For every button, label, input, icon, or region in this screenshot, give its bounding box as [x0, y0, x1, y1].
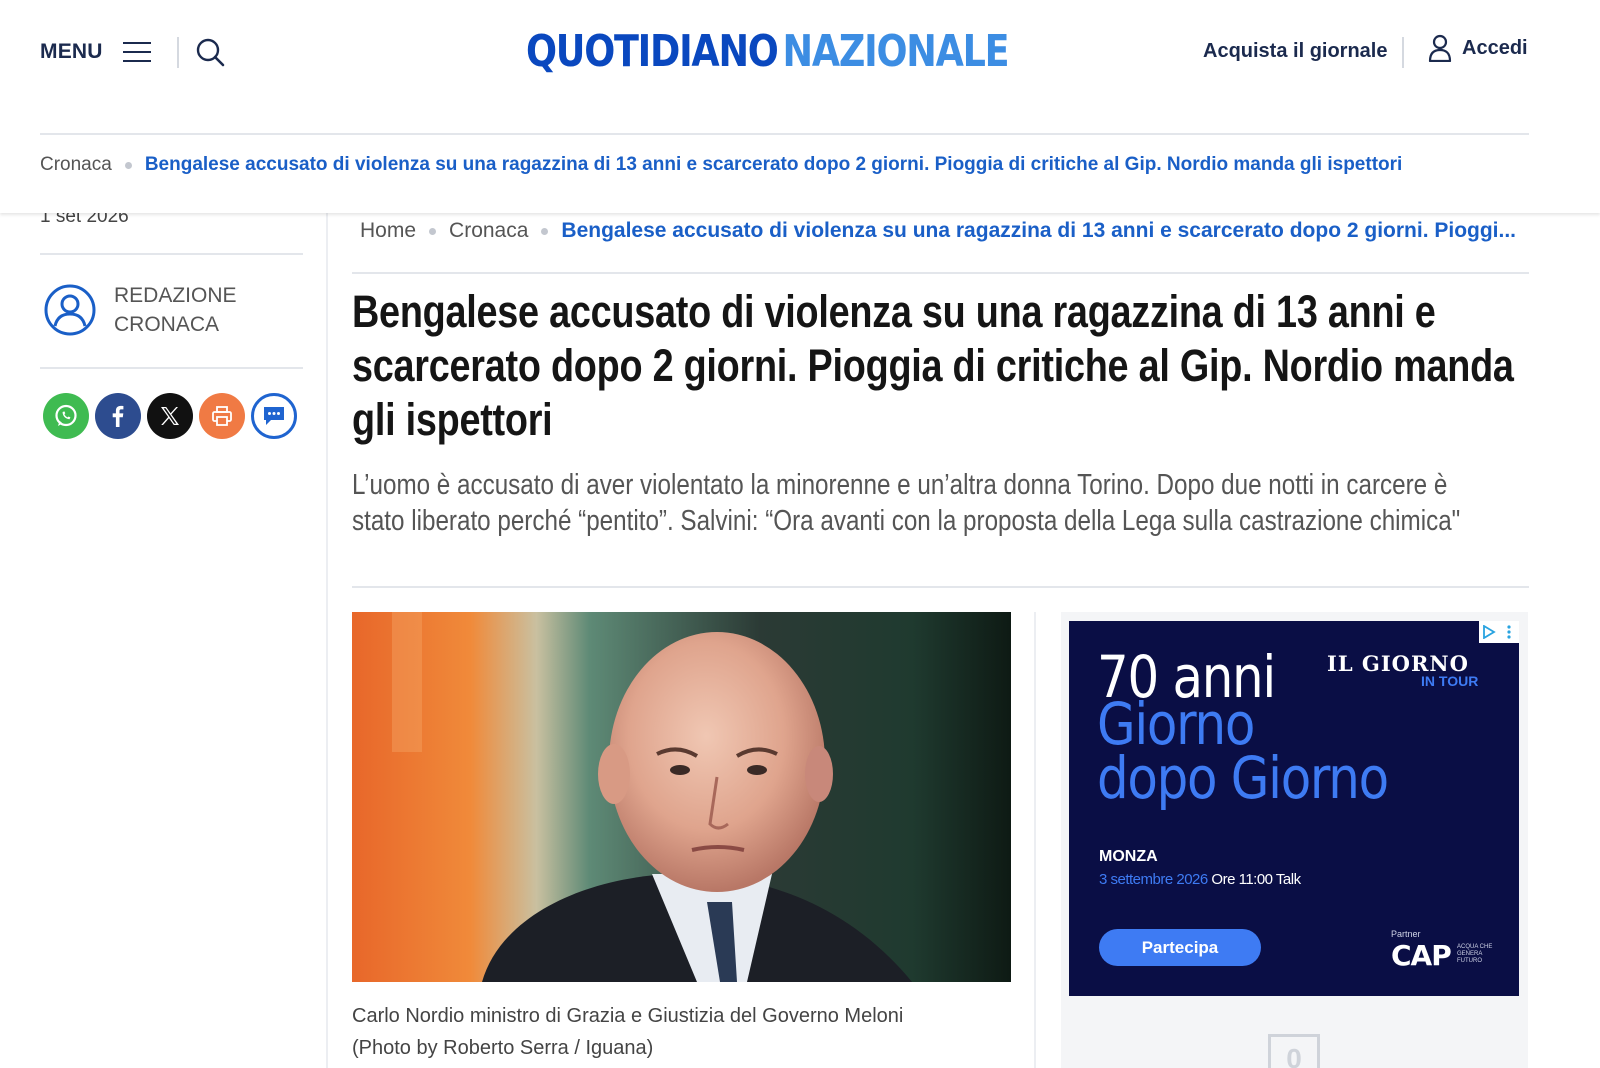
- breadcrumb-section[interactable]: Cronaca: [449, 219, 528, 243]
- advertisement-banner[interactable]: 70 anni Giorno dopo Giorno IL GIORNO IN …: [1069, 621, 1519, 996]
- header-divider: [177, 37, 179, 68]
- share-whatsapp-button[interactable]: [43, 393, 89, 439]
- more-options-icon: [1499, 621, 1519, 643]
- comment-icon: [264, 407, 284, 425]
- photo-caption: Carlo Nordio ministro di Grazia e Giusti…: [352, 1000, 1011, 1064]
- ad-date-day: 3 settembre 2026: [1099, 871, 1208, 888]
- login-button[interactable]: Accedi: [1428, 34, 1528, 62]
- breadcrumb-separator: [429, 227, 437, 235]
- sticky-breadcrumb-section[interactable]: Cronaca: [40, 154, 112, 176]
- sidebar-rule: [40, 253, 303, 255]
- menu-label: MENU: [40, 40, 103, 63]
- content-divider: [1034, 612, 1036, 1068]
- author-block[interactable]: REDAZIONE CRONACA: [44, 281, 264, 339]
- logo-part-1: QUOTIDIANO: [526, 26, 779, 77]
- header-divider-right: [1402, 37, 1404, 68]
- ad-partner-logo: CAP: [1391, 939, 1452, 972]
- sticky-breadcrumb-title[interactable]: Bengalese accusato di violenza su una ra…: [145, 154, 1402, 176]
- breadcrumb-current[interactable]: Bengalese accusato di violenza su una ra…: [561, 219, 1516, 243]
- ad-tour-label: IN TOUR: [1421, 673, 1479, 689]
- ad-partner-label: Partner: [1391, 929, 1421, 939]
- menu-button[interactable]: MENU: [40, 36, 151, 68]
- facebook-icon: [112, 405, 124, 427]
- portrait-illustration: [352, 612, 1011, 982]
- share-bar: [43, 393, 297, 439]
- breadcrumb-home[interactable]: Home: [360, 219, 416, 243]
- hamburger-icon: [122, 42, 151, 62]
- share-facebook-button[interactable]: [95, 393, 141, 439]
- article-subtitle: L’uomo è accusato di aver violentato la …: [352, 469, 1461, 537]
- ad-choices-icon: [1479, 621, 1499, 643]
- ad-headline-2b: dopo Giorno: [1097, 744, 1389, 812]
- share-x-button[interactable]: [147, 393, 193, 439]
- sidebar-rule: [40, 367, 303, 369]
- article-rule: [352, 586, 1529, 588]
- login-label: Accedi: [1462, 36, 1528, 59]
- ad-date: 3 settembre 2026 Ore 11:00 Talk: [1099, 871, 1301, 888]
- buy-newspaper-link[interactable]: Acquista il giornale: [1203, 40, 1387, 63]
- ad-choices-badge[interactable]: [1479, 621, 1519, 643]
- site-header: MENU QUOTIDIANO NAZIONALE Acquista il gio…: [0, 0, 1600, 213]
- article-rule: [352, 272, 1529, 274]
- print-button[interactable]: [199, 393, 245, 439]
- user-icon: [1428, 34, 1452, 62]
- x-icon: [161, 407, 179, 425]
- ad-headline-2a: Giorno: [1097, 690, 1255, 758]
- article-headline: Bengalese accusato di violenza su una ra…: [352, 286, 1514, 445]
- site-logo[interactable]: QUOTIDIANO NAZIONALE: [526, 22, 1010, 82]
- search-button[interactable]: [196, 38, 226, 68]
- search-icon: [196, 38, 225, 67]
- ad-date-time: Ore 11:00 Talk: [1211, 871, 1301, 888]
- whatsapp-icon: [55, 404, 77, 427]
- breadcrumb-separator: [541, 227, 549, 235]
- caption-line-1: Carlo Nordio ministro di Grazia e Giusti…: [352, 1005, 904, 1027]
- breadcrumb-separator: [124, 161, 132, 169]
- ad-city: MONZA: [1099, 848, 1158, 865]
- print-icon: [212, 406, 232, 426]
- column-divider: [326, 213, 328, 1068]
- ad-cta-button[interactable]: Partecipa: [1099, 929, 1261, 966]
- comment-count[interactable]: 0: [1268, 1034, 1320, 1068]
- ad-partner-tagline: ACQUA CHE GENERA FUTURO: [1457, 944, 1493, 964]
- header-rule: [40, 133, 1529, 135]
- comments-button[interactable]: [251, 393, 297, 439]
- ad-headline-2: Giorno dopo Giorno: [1097, 690, 1389, 812]
- logo-part-2: NAZIONALE: [782, 26, 1010, 77]
- caption-line-2: (Photo by Roberto Serra / Iguana): [352, 1037, 654, 1059]
- author-avatar-icon: [44, 284, 96, 336]
- sticky-breadcrumb: Cronaca Bengalese accusato di violenza s…: [40, 154, 1402, 176]
- breadcrumb: Home Cronaca Bengalese accusato di viole…: [360, 219, 1520, 243]
- author-name: REDAZIONE CRONACA: [114, 284, 237, 336]
- article-photo[interactable]: [352, 612, 1011, 982]
